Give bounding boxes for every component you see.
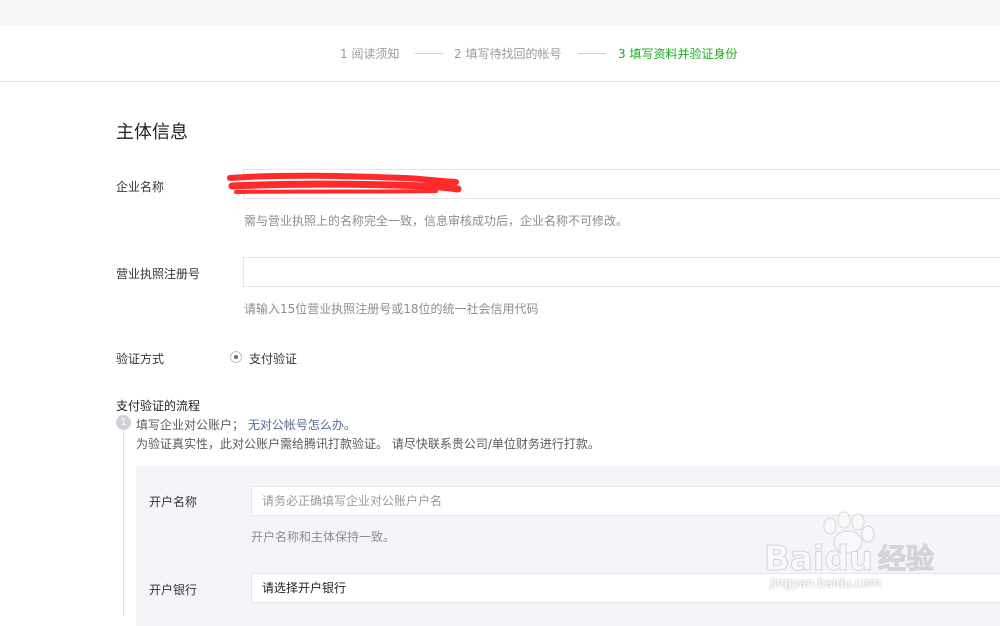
payment-verify-label[interactable]: 支付验证	[249, 350, 297, 367]
baidu-brand-text: Baidu	[764, 539, 873, 579]
verify-method-label: 验证方式	[116, 352, 165, 366]
no-account-help-link[interactable]: 无对公帐号怎么办。	[248, 418, 356, 432]
license-hint: 请输入15位营业执照注册号或18位的统一社会信用代码	[244, 302, 539, 316]
payment-verify-radio[interactable]	[230, 351, 242, 363]
license-input[interactable]	[243, 257, 1000, 287]
flow-step1: 填写企业对公账户； 无对公帐号怎么办。	[136, 416, 356, 433]
account-name-label: 开户名称	[149, 495, 198, 509]
step-divider	[578, 53, 606, 54]
bank-label: 开户银行	[149, 583, 198, 597]
step-progress: 1 阅读须知 2 填写待找回的帐号 3 填写资料并验证身份	[0, 25, 1000, 82]
jingyan-brand-text: 经验	[878, 542, 934, 575]
section-title: 主体信息	[116, 122, 188, 143]
flow-step1-desc: 为验证真实性，此对公账户需给腾讯打款验证。 请尽快联系贵公司/单位财务进行打款。	[136, 437, 600, 451]
step-3: 3 填写资料并验证身份	[618, 47, 738, 61]
company-name-label: 企业名称	[116, 180, 165, 194]
license-label: 营业执照注册号	[116, 267, 201, 281]
step-1: 1 阅读须知	[340, 47, 400, 61]
watermark-url: jingyan.baidu.com	[770, 576, 881, 590]
account-name-hint: 开户名称和主体保持一致。	[251, 530, 396, 544]
step-2: 2 填写待找回的帐号	[454, 47, 562, 61]
flow-step1-text: 填写企业对公账户；	[136, 418, 245, 432]
flow-title: 支付验证的流程	[116, 399, 201, 413]
step-number-icon: 1	[116, 415, 131, 430]
company-name-hint: 需与营业执照上的名称完全一致，信息审核成功后，企业名称不可修改。	[244, 214, 629, 228]
step-divider	[415, 53, 443, 54]
top-bar	[0, 0, 1000, 25]
flow-timeline	[123, 428, 124, 616]
redaction-mark	[227, 172, 462, 194]
